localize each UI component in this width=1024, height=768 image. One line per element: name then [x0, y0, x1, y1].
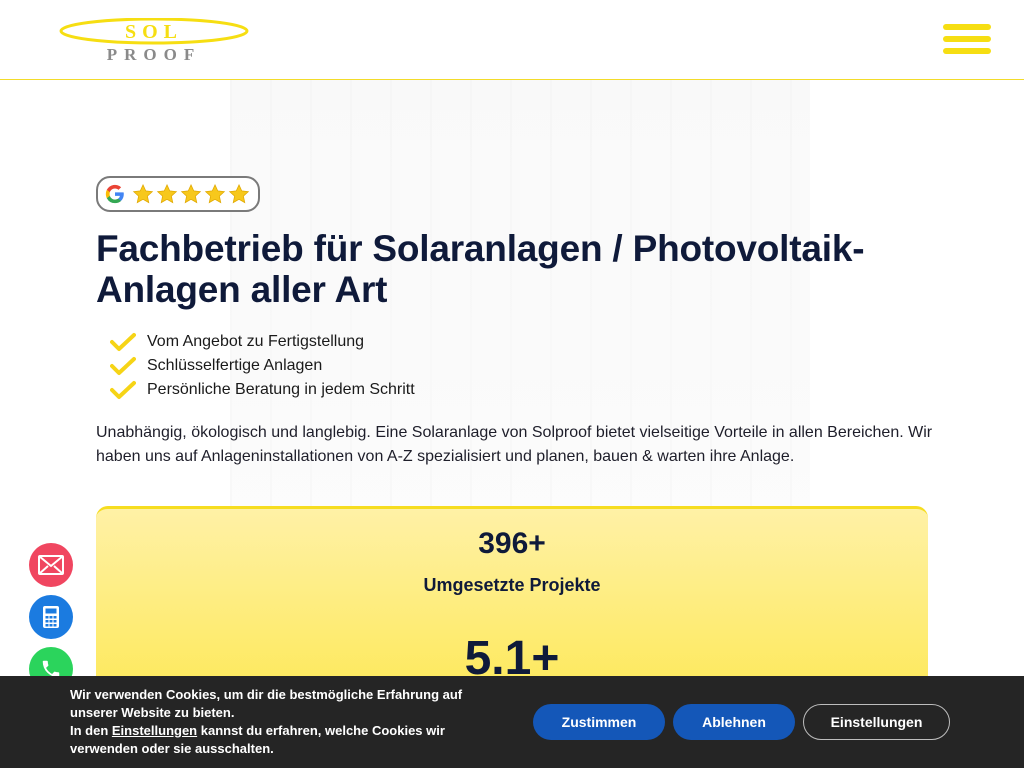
feature-label: Persönliche Beratung in jedem Schritt — [147, 381, 415, 398]
star-icon — [204, 183, 226, 204]
stat-label-projects: Umgesetzte Projekte — [423, 575, 601, 595]
list-item: Persönliche Beratung in jedem Schritt — [110, 378, 928, 402]
page-title-line2: Anlagen aller Art — [96, 269, 388, 310]
cookie-line4: verwenden oder sie ausschalten. — [70, 741, 274, 756]
cookie-settings-link[interactable]: Einstellungen — [112, 723, 197, 738]
cookie-line1: Wir verwenden Cookies, um dir die bestmö… — [70, 687, 463, 702]
page-title-line1: Fachbetrieb für Solaranlagen / Photovolt… — [96, 228, 865, 269]
google-rating-badge[interactable] — [96, 176, 260, 212]
cookie-message: Wir verwenden Cookies, um dir die bestmö… — [70, 686, 510, 758]
feature-label: Vom Angebot zu Fertigstellung — [147, 333, 365, 350]
hamburger-icon — [943, 24, 991, 54]
list-item: Schlüsselfertige Anlagen — [110, 354, 928, 378]
site-header: SOL PROOF — [0, 0, 1024, 80]
svg-text:SOL: SOL — [125, 21, 183, 43]
menu-button[interactable] — [943, 24, 991, 58]
cookie-line3-suffix: kannst du erfahren, welche Cookies wir — [197, 723, 445, 738]
cookie-banner: Wir verwenden Cookies, um dir die bestmö… — [0, 676, 1024, 768]
checkmark-icon — [110, 333, 136, 351]
cookie-settings-button[interactable]: Einstellungen — [803, 704, 950, 740]
stats-box: 396+ Umgesetzte Projekte 5.1+ — [96, 506, 928, 696]
mail-icon — [38, 555, 64, 575]
feature-label: Schlüsselfertige Anlagen — [147, 357, 323, 374]
google-icon — [105, 184, 124, 204]
list-item: Vom Angebot zu Fertigstellung — [110, 330, 928, 354]
cookie-line3-prefix: In den — [70, 723, 112, 738]
star-icon — [180, 183, 202, 204]
calculator-button[interactable] — [29, 595, 73, 639]
feature-list: Vom Angebot zu Fertigstellung Schlüsself… — [110, 330, 928, 402]
stat-value-projects: 396+ — [478, 527, 546, 560]
checkmark-icon — [110, 381, 136, 399]
svg-text:PROOF: PROOF — [107, 45, 202, 62]
decline-cookies-button[interactable]: Ablehnen — [673, 704, 795, 740]
cookie-line2: unserer Website zu bieten. — [70, 705, 235, 720]
star-icon — [228, 183, 250, 204]
solproof-logo[interactable]: SOL PROOF — [56, 18, 252, 62]
star-icon — [156, 183, 178, 204]
checkmark-icon — [110, 357, 136, 375]
hero-section: Fachbetrieb für Solaranlagen / Photovolt… — [96, 176, 932, 469]
page-title: Fachbetrieb für Solaranlagen / Photovolt… — [96, 228, 928, 310]
contact-mail-button[interactable] — [29, 543, 73, 587]
accept-cookies-button[interactable]: Zustimmen — [533, 704, 665, 740]
intro-line2: haben uns auf Anlageninstallationen von … — [96, 448, 795, 465]
intro-paragraph: Unabhängig, ökologisch und langlebig. Ei… — [96, 421, 936, 469]
star-icon — [132, 183, 154, 204]
intro-line1: Unabhängig, ökologisch und langlebig. Ei… — [96, 424, 933, 441]
calculator-icon — [43, 606, 59, 628]
